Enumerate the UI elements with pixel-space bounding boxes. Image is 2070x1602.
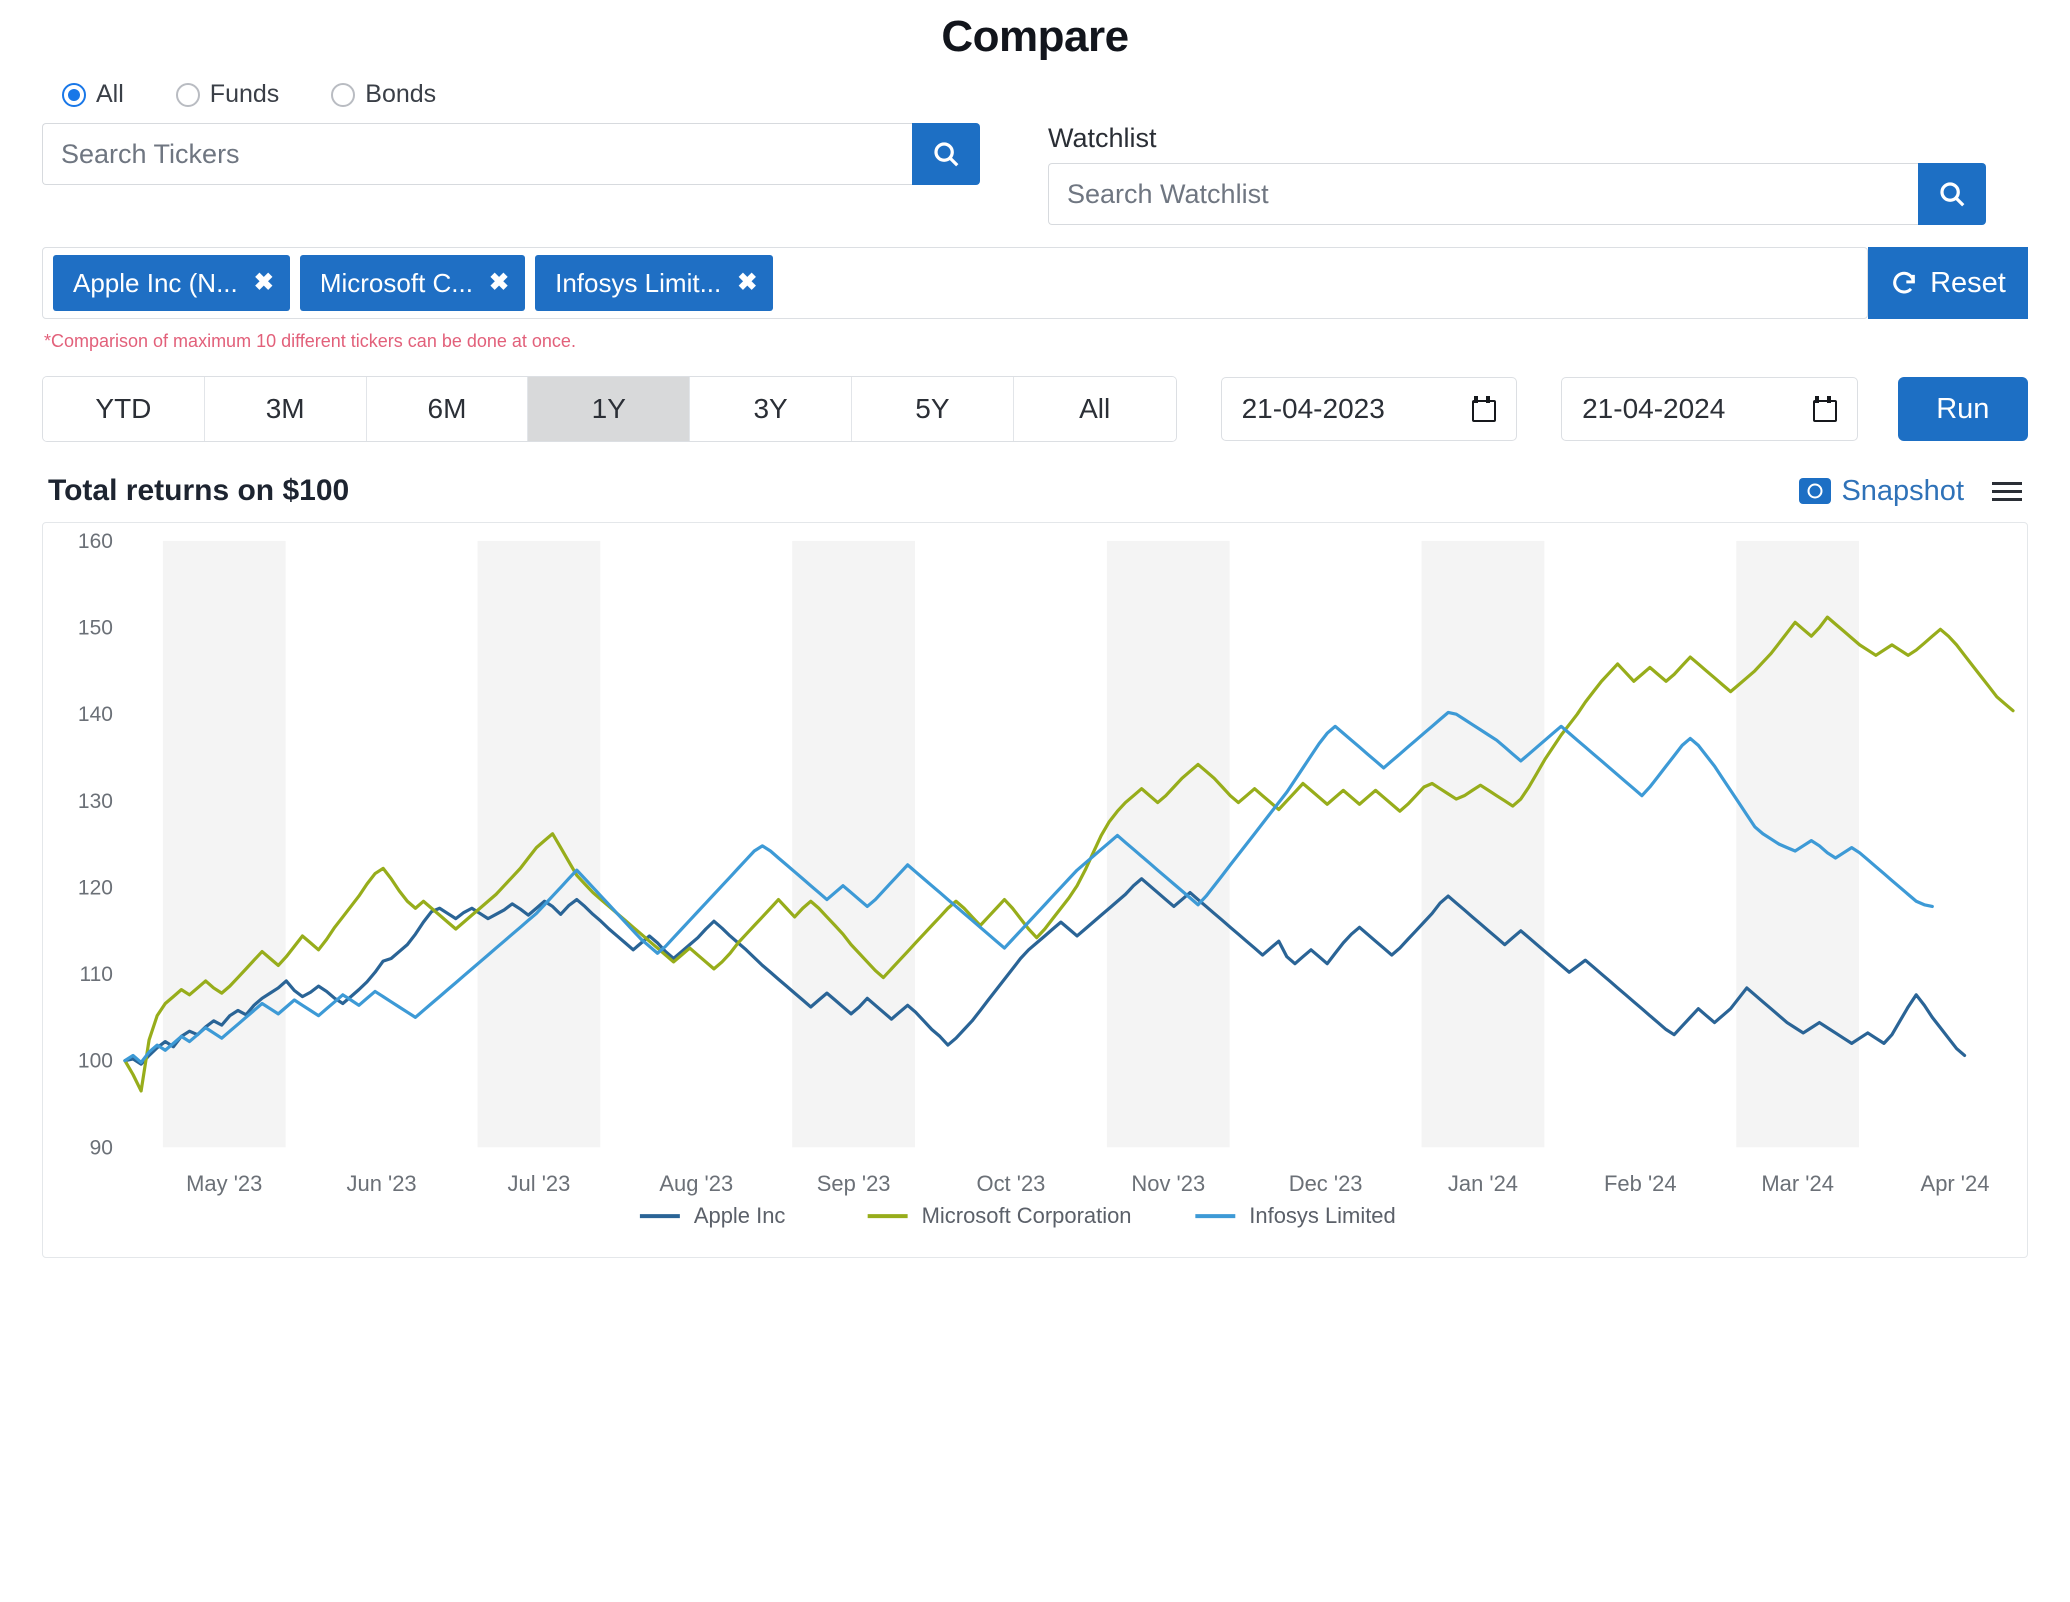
search-row: Watchlist [42, 123, 2028, 225]
max-tickers-note: *Comparison of maximum 10 different tick… [44, 331, 576, 351]
watchlist-section: Watchlist [1048, 123, 1986, 225]
ticker-search-section [42, 123, 980, 185]
compare-page: Compare All Funds Bonds Search Tickers W… [0, 0, 2070, 1602]
x-tick-label: Oct '23 [977, 1171, 1046, 1196]
start-date-value: 21-04-2023 [1241, 393, 1385, 424]
x-tick-label: Feb '24 [1604, 1171, 1677, 1196]
chart-series-lines [123, 615, 2015, 1093]
y-tick-label: 100 [78, 1050, 113, 1073]
selected-tickers-container: Apple Inc (N... ✖ Microsoft C... ✖ Infos… [42, 247, 1868, 319]
y-tick-label: 140 [78, 703, 113, 726]
x-tick-label: Dec '23 [1289, 1171, 1363, 1196]
legend-label: Infosys Limited [1249, 1203, 1395, 1228]
search-watchlist-input[interactable] [1048, 163, 1918, 225]
selected-tickers-row: Apple Inc (N... ✖ Microsoft C... ✖ Infos… [42, 247, 2028, 319]
chart-title: Total returns on $100 [48, 474, 350, 507]
ticker-search-group [42, 123, 980, 185]
refresh-icon [1893, 271, 1915, 294]
reset-button-label: Reset [1930, 266, 2006, 299]
x-tick-label: Apr '24 [1921, 1171, 1990, 1196]
chart-legend: Apple Inc Microsoft Corporation Infosys Li… [639, 1203, 1396, 1228]
remove-ticker-icon[interactable]: ✖ [737, 271, 757, 295]
run-button[interactable]: Run [1897, 377, 2029, 441]
end-date-value: 21-04-2024 [1582, 393, 1726, 424]
ticker-chip-microsoft[interactable]: Microsoft C... ✖ [299, 255, 526, 311]
returns-chart[interactable]: 90 100 110 120 130 140 150 160 May '23 Jun '23 Ju… [42, 522, 2028, 1258]
radio-indicator-all[interactable] [62, 82, 86, 107]
x-tick-label: Sep '23 [817, 1171, 891, 1196]
remove-ticker-icon[interactable]: ✖ [489, 271, 509, 295]
x-tick-label: Jun '23 [347, 1171, 417, 1196]
chart-band [162, 540, 286, 1148]
x-tick-label: Aug '23 [659, 1171, 733, 1196]
snapshot-button[interactable]: Snapshot [1799, 475, 1964, 508]
watchlist-search-button[interactable] [1918, 163, 1986, 225]
radio-label-funds: Funds [209, 80, 280, 108]
ticker-chip-label: Apple Inc (N... [73, 267, 238, 298]
page-title: Compare [941, 12, 1129, 61]
period-controls-row: YTD 3M 6M 1Y 3Y 5Y All 21-04-2023 21-04-… [42, 376, 2029, 442]
ticker-chip-label: Microsoft C... [319, 267, 473, 298]
period-button-6m[interactable]: 6M [366, 377, 529, 441]
ticker-search-button[interactable] [912, 123, 980, 185]
y-tick-label: 90 [90, 1136, 113, 1159]
calendar-icon[interactable] [1812, 396, 1837, 422]
ticker-chip-label: Infosys Limit... [555, 267, 722, 298]
period-button-all[interactable]: All [1013, 377, 1176, 441]
legend-label: Microsoft Corporation [922, 1203, 1132, 1228]
x-tick-label: Jan '24 [1448, 1171, 1518, 1196]
y-tick-label: 110 [79, 963, 112, 986]
radio-label-bonds: Bonds [365, 80, 437, 108]
period-button-1y[interactable]: 1Y [528, 377, 691, 441]
period-button-3y[interactable]: 3Y [690, 377, 852, 441]
watchlist-search-group [1048, 163, 1986, 225]
chart-band [1736, 540, 1860, 1148]
ticker-chip-apple[interactable]: Apple Inc (N... ✖ [53, 255, 290, 311]
chart-tools: Snapshot [1799, 475, 2022, 508]
chart-y-axis: 90 100 110 120 130 140 150 160 [78, 530, 113, 1159]
end-date-input[interactable]: 21-04-2024 [1561, 377, 1858, 441]
legend-label: Apple Inc [694, 1203, 786, 1228]
y-tick-label: 160 [78, 530, 113, 553]
reset-button[interactable]: Reset [1868, 247, 2028, 319]
calendar-icon[interactable] [1472, 396, 1497, 422]
y-tick-label: 120 [78, 876, 113, 899]
period-button-3m[interactable]: 3M [204, 377, 367, 441]
radio-indicator-bonds[interactable] [331, 82, 356, 107]
chart-month-bands [162, 540, 1860, 1148]
start-date-input[interactable]: 21-04-2023 [1220, 377, 1518, 441]
radio-option-bonds[interactable]: Bonds [331, 80, 436, 109]
radio-indicator-funds[interactable] [175, 82, 200, 107]
search-icon [934, 142, 959, 167]
ticker-chip-infosys[interactable]: Infosys Limit... ✖ [535, 255, 774, 311]
search-tickers-input[interactable] [42, 123, 912, 185]
chart-header: Total returns on $100 Snapshot [42, 474, 2028, 508]
camera-icon [1799, 478, 1832, 504]
y-tick-label: 150 [78, 617, 113, 640]
x-tick-label: Mar '24 [1761, 1171, 1834, 1196]
snapshot-label: Snapshot [1841, 474, 1964, 507]
asset-type-radio-group: All Funds Bonds [42, 80, 2028, 109]
chart-svg: 90 100 110 120 130 140 150 160 May '23 Jun '23 Ju… [78, 530, 2015, 1228]
x-tick-label: Nov '23 [1131, 1171, 1205, 1196]
chart-band [792, 540, 915, 1148]
chart-band [1421, 540, 1545, 1148]
chart-x-axis: May '23 Jun '23 Jul '23 Aug '23 Sep '23 Oct '… [186, 1171, 1989, 1196]
period-button-5y[interactable]: 5Y [851, 377, 1014, 441]
period-button-group: YTD 3M 6M 1Y 3Y 5Y All [42, 376, 1177, 442]
period-button-ytd[interactable]: YTD [43, 377, 205, 441]
series-line-microsoft [123, 615, 2015, 1093]
radio-option-funds[interactable]: Funds [175, 80, 280, 109]
x-tick-label: Jul '23 [508, 1171, 571, 1196]
x-tick-label: May '23 [186, 1171, 262, 1196]
search-icon [1940, 182, 1965, 207]
remove-ticker-icon[interactable]: ✖ [254, 271, 274, 295]
radio-option-all[interactable]: All [62, 80, 124, 109]
hamburger-menu-icon[interactable] [1992, 481, 2022, 501]
radio-label-all: All [96, 80, 124, 108]
watchlist-label: Watchlist [1048, 123, 1157, 153]
y-tick-label: 130 [78, 790, 113, 813]
